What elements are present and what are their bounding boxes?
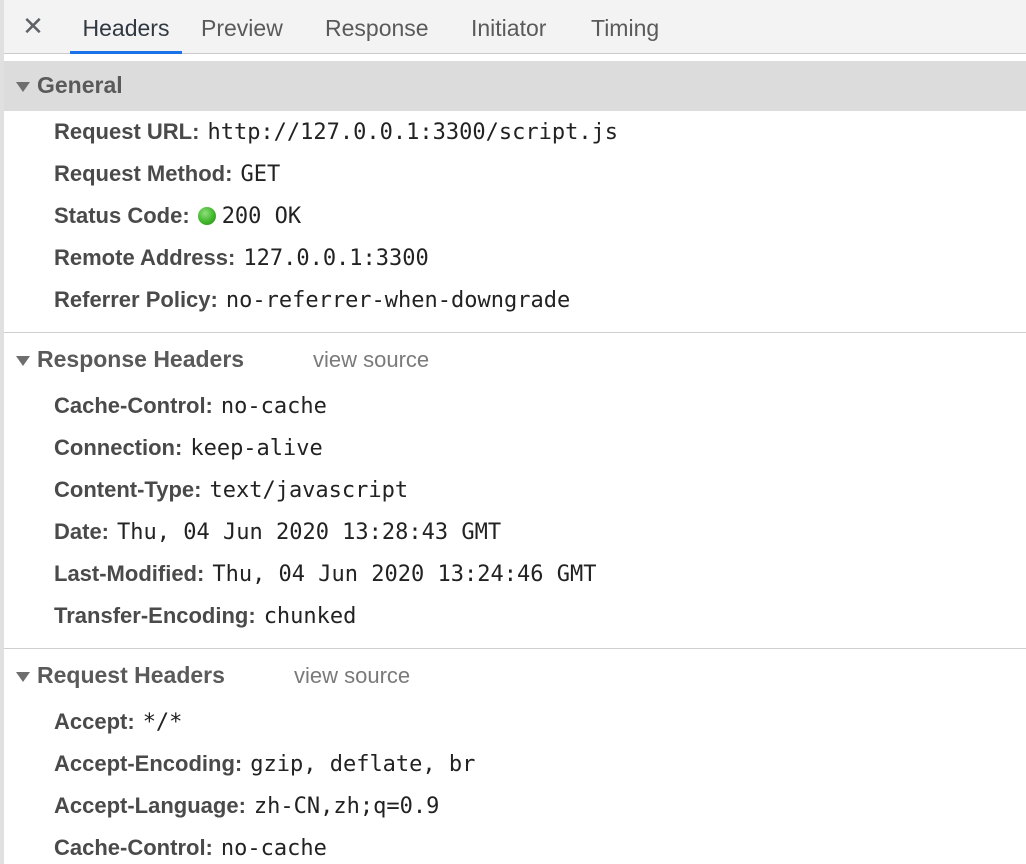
general-section-header[interactable]: General <box>4 61 1026 111</box>
tab-preview[interactable]: Preview <box>201 0 283 53</box>
header-key: Accept-Language: <box>54 793 246 818</box>
expand-triangle-icon[interactable] <box>16 82 30 92</box>
status-ok-icon <box>197 207 216 225</box>
tab-response[interactable]: Response <box>325 0 429 53</box>
general-row-request-method: Request Method: GET <box>54 161 280 191</box>
expand-triangle-icon[interactable] <box>16 356 30 366</box>
request-headers-view-source-link[interactable]: view source <box>294 663 410 689</box>
header-value: chunked <box>263 604 357 629</box>
response-row-content-type: Content-Type: text/javascript <box>54 477 408 507</box>
header-key: Date: <box>54 519 110 544</box>
header-value: no-cache <box>220 394 327 419</box>
panel-left-edge <box>0 0 4 864</box>
header-key: Request URL: <box>54 119 200 144</box>
header-value: GET <box>240 162 281 187</box>
header-value: */* <box>142 710 183 735</box>
header-value: no-cache <box>220 836 327 861</box>
response-row-last-modified: Last-Modified: Thu, 04 Jun 2020 13:24:46 … <box>54 561 596 591</box>
header-key: Cache-Control: <box>54 393 213 418</box>
general-section-title: General <box>37 72 123 98</box>
header-key: Connection: <box>54 435 183 460</box>
general-row-referrer-policy: Referrer Policy: no-referrer-when-downgra… <box>54 287 570 317</box>
header-value: gzip, deflate, br <box>250 752 476 777</box>
tab-bar: ✕ Headers Preview Response Initiator Tim… <box>4 0 1026 54</box>
tab-headers[interactable]: Headers <box>70 0 182 54</box>
header-key: Last-Modified: <box>54 561 205 586</box>
header-key: Transfer-Encoding: <box>54 603 256 628</box>
request-headers-section-header[interactable]: Request Headers view source <box>4 651 1026 701</box>
header-key: Cache-Control: <box>54 835 213 860</box>
header-key: Remote Address: <box>54 245 236 270</box>
header-value: 127.0.0.1:3300 <box>243 246 429 271</box>
header-value: http://127.0.0.1:3300/script.js <box>207 120 619 145</box>
header-key: Request Method: <box>54 161 233 186</box>
header-value: 200 OK <box>221 204 302 229</box>
expand-triangle-icon[interactable] <box>16 672 30 682</box>
header-key: Accept-Encoding: <box>54 751 243 776</box>
request-row-accept-encoding: Accept-Encoding: gzip, deflate, br <box>54 751 475 781</box>
tab-timing[interactable]: Timing <box>591 0 659 53</box>
response-row-cache-control: Cache-Control: no-cache <box>54 393 327 423</box>
close-icon[interactable]: ✕ <box>18 12 48 42</box>
general-row-request-url: Request URL: http://127.0.0.1:3300/script… <box>54 119 618 149</box>
header-value: Thu, 04 Jun 2020 13:28:43 GMT <box>117 520 502 545</box>
header-value: no-referrer-when-downgrade <box>225 288 571 313</box>
general-row-remote-address: Remote Address: 127.0.0.1:3300 <box>54 245 429 275</box>
request-row-accept-language: Accept-Language: zh-CN,zh;q=0.9 <box>54 793 439 823</box>
header-value: zh-CN,zh;q=0.9 <box>253 794 440 819</box>
tab-initiator[interactable]: Initiator <box>471 0 546 53</box>
request-row-cache-control: Cache-Control: no-cache <box>54 835 327 864</box>
response-row-date: Date: Thu, 04 Jun 2020 13:28:43 GMT <box>54 519 501 549</box>
header-value: keep-alive <box>190 436 323 461</box>
response-headers-section-title: Response Headers <box>37 346 245 372</box>
header-key: Referrer Policy: <box>54 287 218 312</box>
header-value: Thu, 04 Jun 2020 13:24:46 GMT <box>212 562 597 587</box>
header-key: Status Code: <box>54 203 190 228</box>
response-row-transfer-encoding: Transfer-Encoding: chunked <box>54 603 356 633</box>
general-row-status-code: Status Code: 200 OK <box>54 203 301 233</box>
response-headers-section-header[interactable]: Response Headers view source <box>4 335 1026 385</box>
header-key: Content-Type: <box>54 477 202 502</box>
request-row-accept: Accept: */* <box>54 709 182 739</box>
header-key: Accept: <box>54 709 135 734</box>
section-divider <box>4 648 1026 649</box>
section-divider <box>4 332 1026 333</box>
response-headers-view-source-link[interactable]: view source <box>313 347 429 373</box>
request-headers-section-title: Request Headers <box>37 662 225 688</box>
header-value: text/javascript <box>209 478 409 503</box>
response-row-connection: Connection: keep-alive <box>54 435 323 465</box>
